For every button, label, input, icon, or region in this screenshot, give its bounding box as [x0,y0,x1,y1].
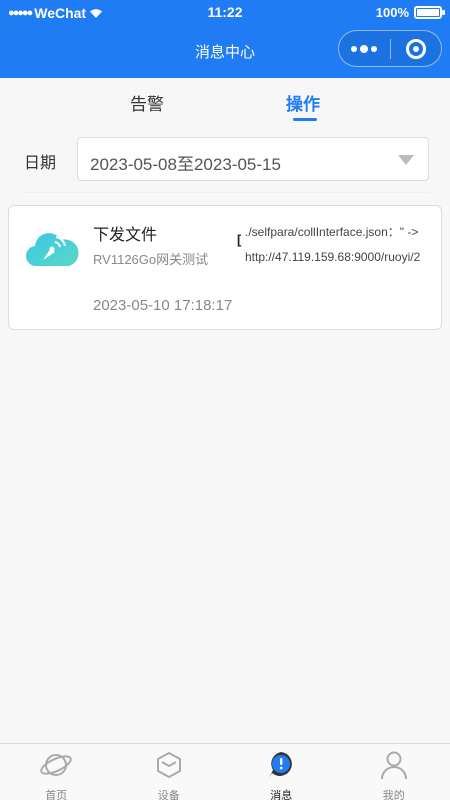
date-label: 日期 [24,155,57,172]
message-time: 2023-05-10 17:18:17 [93,297,233,314]
dropdown-arrow-icon [398,155,414,165]
message-detail-line: http://47.119.159.68:9000/ruoyi/2 [245,250,421,264]
close-miniprogram-button[interactable] [390,31,441,66]
user-icon [380,751,407,780]
status-bar: ●●●●● WeChat 11:22 100% [0,0,450,26]
date-filter: 日期 2023-05-08至2023-05-15 [0,136,450,182]
dot-icon [360,44,369,53]
message-detail-line: ./selfpara/collInterface.json：" -> [245,225,419,239]
message-tabs: 告警 操作 [0,78,450,128]
message-card[interactable]: 下发文件 RV1126Go网关测试 [ ./selfpara/collInter… [8,205,442,330]
tabbar-label: 消息 [270,790,293,800]
tab-alarm[interactable]: 告警 [130,90,164,115]
cloud-antenna-icon [25,233,79,267]
message-detail: ./selfpara/collInterface.json：" -> http:… [245,220,420,270]
tabbar-item-mine[interactable]: 我的 [338,744,450,800]
message-device: RV1126Go网关测试 [93,252,209,267]
dot-icon [371,45,378,52]
message-bracket: [ [237,232,242,247]
cube-icon [156,752,181,778]
divider [24,192,430,193]
tabbar-item-home[interactable]: 首页 [0,744,113,800]
planet-icon [40,754,72,776]
date-range-value: 2023-05-08至2023-05-15 [90,155,281,174]
battery-percent: 100% [375,5,409,20]
more-menu-button[interactable] [339,31,390,66]
tabbar-item-device[interactable]: 设备 [113,744,226,800]
date-range-picker[interactable]: 2023-05-08至2023-05-15 [77,137,429,181]
active-tab-indicator [293,118,317,121]
tabbar-label: 我的 [382,790,405,800]
tabbar-label: 首页 [45,790,68,800]
message-icon [269,752,293,778]
nav-bar: 消息中心 [0,26,450,78]
miniprogram-capsule [338,30,442,67]
tab-operation[interactable]: 操作 [286,90,320,115]
bottom-tab-bar: 首页 设备 消息 我的 [0,743,450,800]
target-icon [405,38,426,59]
dot-icon [351,45,358,52]
battery-icon [414,6,445,19]
tabbar-label: 设备 [157,790,180,800]
tabbar-item-message[interactable]: 消息 [225,744,338,800]
battery-status: 100% [375,5,445,20]
message-title: 下发文件 [93,227,158,244]
